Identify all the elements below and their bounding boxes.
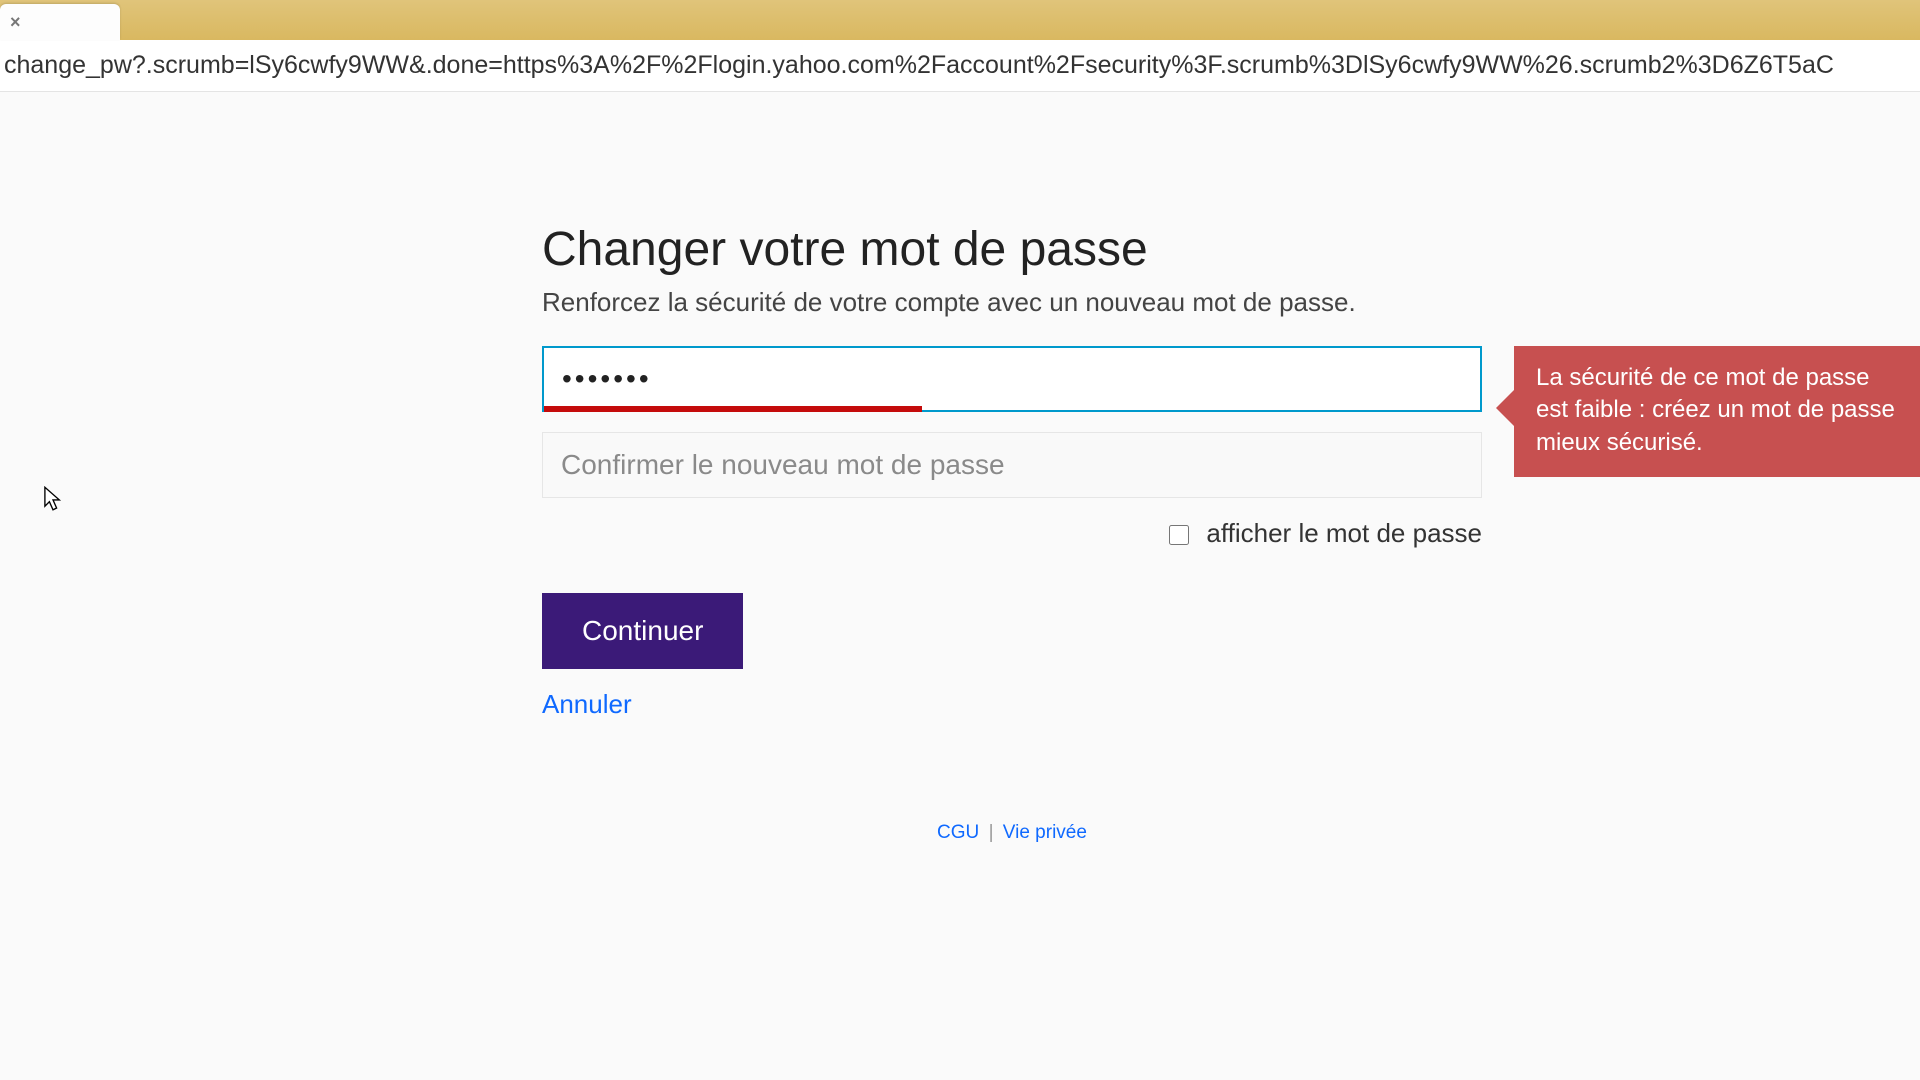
close-icon[interactable]: × — [10, 13, 21, 31]
confirm-password-field-block — [542, 432, 1482, 498]
tos-link[interactable]: CGU — [937, 822, 979, 843]
password-strength-bar — [544, 406, 922, 412]
browser-url-text: change_pw?.scrumb=lSy6cwfy9WW&.done=http… — [4, 51, 1834, 80]
show-password-label: afficher le mot de passe — [1206, 518, 1482, 548]
page-subtitle: Renforcez la sécurité de votre compte av… — [542, 287, 1482, 318]
cursor-icon — [44, 486, 62, 512]
privacy-link[interactable]: Vie privée — [1003, 822, 1087, 843]
page-body: Changer votre mot de passe Renforcez la … — [0, 92, 1920, 1080]
change-password-form: Changer votre mot de passe Renforcez la … — [542, 222, 1482, 720]
browser-url-bar[interactable]: change_pw?.scrumb=lSy6cwfy9WW&.done=http… — [0, 40, 1920, 92]
password-strength-tooltip: La sécurité de ce mot de passe est faibl… — [1514, 346, 1920, 477]
footer-separator: | — [989, 822, 994, 843]
page-title: Changer votre mot de passe — [542, 222, 1482, 277]
new-password-input[interactable] — [542, 346, 1482, 412]
show-password-row: afficher le mot de passe — [542, 518, 1482, 549]
continue-button[interactable]: Continuer — [542, 593, 743, 669]
show-password-checkbox[interactable] — [1169, 525, 1189, 545]
browser-tab-strip: × — [0, 0, 1920, 40]
footer-links: CGU | Vie privée — [542, 822, 1482, 844]
tooltip-text: La sécurité de ce mot de passe est faibl… — [1536, 364, 1895, 456]
cancel-link[interactable]: Annuler — [542, 689, 632, 719]
browser-tab[interactable]: × — [0, 4, 120, 40]
tooltip-arrow-icon — [1496, 390, 1514, 426]
new-password-field-block: La sécurité de ce mot de passe est faibl… — [542, 346, 1482, 412]
confirm-password-input[interactable] — [542, 432, 1482, 498]
